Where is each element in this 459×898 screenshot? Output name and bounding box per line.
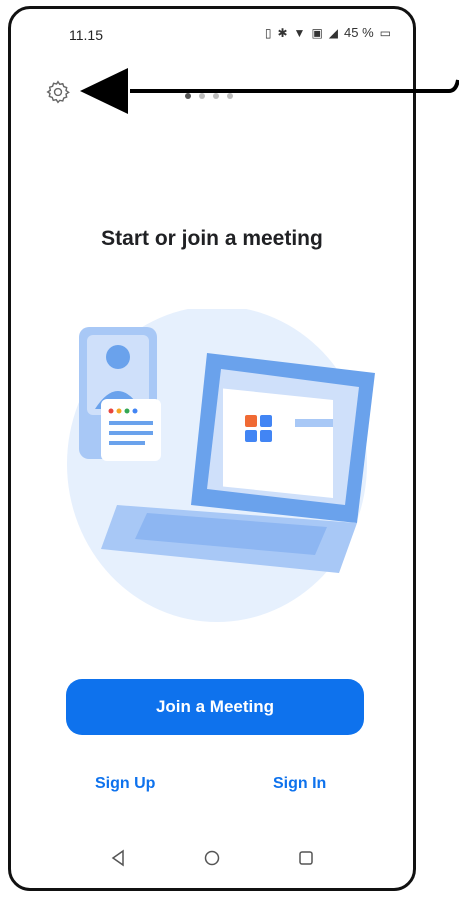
- page-indicator: [185, 93, 233, 99]
- page-title: Start or join a meeting: [101, 227, 323, 250]
- page-dot: [185, 93, 191, 99]
- join-meeting-button[interactable]: Join a Meeting: [66, 679, 364, 735]
- status-bar: 11.15 ▯ ✱ ▼ ▣ ◢ 45 % ▭: [11, 9, 413, 59]
- signal-icon: ◢: [328, 25, 339, 40]
- system-navigation-bar: [11, 828, 413, 888]
- sign-up-link[interactable]: Sign Up: [95, 775, 155, 793]
- vibrate-icon: ▯: [264, 25, 272, 40]
- bluetooth-icon: ✱: [277, 25, 288, 40]
- recent-square-icon[interactable]: [295, 847, 317, 869]
- back-triangle-icon[interactable]: [107, 847, 129, 869]
- page-dot: [199, 93, 205, 99]
- page-dot: [213, 93, 219, 99]
- page-dot: [227, 93, 233, 99]
- home-circle-icon[interactable]: [201, 847, 223, 869]
- phone-frame: 11.15 ▯ ✱ ▼ ▣ ◢ 45 % ▭ Start or join a m…: [8, 6, 416, 891]
- battery-icon: ▭: [379, 25, 391, 40]
- volte-icon: ▣: [311, 25, 323, 40]
- status-time: 11.15: [69, 27, 103, 43]
- gear-icon[interactable]: [45, 79, 71, 105]
- meeting-illustration: [67, 309, 375, 622]
- status-icons: ▯ ✱ ▼ ▣ ◢ 45 % ▭: [265, 25, 391, 40]
- battery-percentage: 45 %: [344, 25, 374, 40]
- sign-in-link[interactable]: Sign In: [273, 775, 326, 793]
- wifi-icon: ▼: [293, 25, 306, 40]
